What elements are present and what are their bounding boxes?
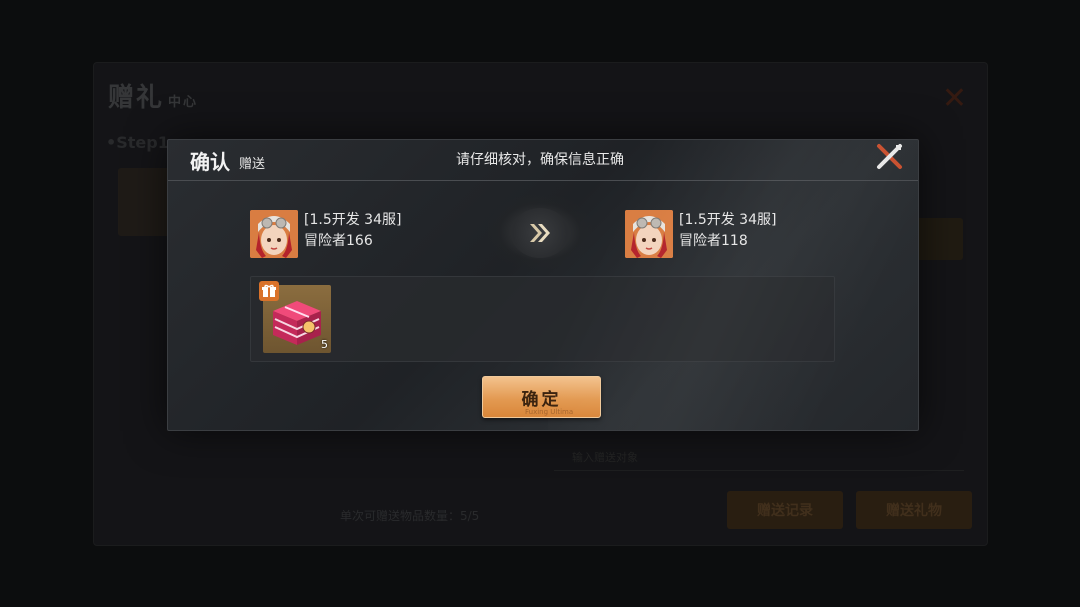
dialog-header: 确认 赠送 请仔细核对，确保信息正确 [168,140,918,181]
dialog-subtitle: 赠送 [239,157,266,172]
sender-info: [1.5开发 34服] 冒险者166 [250,210,401,258]
recipient-server: [1.5开发 34服] [679,212,777,228]
verify-notice: 请仔细核对，确保信息正确 [456,152,624,168]
recipient-info: [1.5开发 34服] 冒险者118 [625,210,776,258]
confirm-button[interactable]: 确定 Fuxing Ultima [482,376,601,418]
recipient-name: 冒险者118 [679,233,748,249]
sender-avatar [250,210,298,258]
gift-item-slot[interactable]: 5 [259,281,331,353]
gift-quantity: 5 [321,338,328,351]
sender-server: [1.5开发 34服] [304,212,402,228]
recipient-avatar [625,210,673,258]
confirm-gift-dialog: 确认 赠送 请仔细核对，确保信息正确 [1.5开发 34服] 冒险者166 [1… [167,139,919,431]
transfer-arrow-icon [511,208,569,258]
close-icon[interactable] [874,142,904,172]
confirm-button-label: 确定 [521,389,562,410]
sender-name: 冒险者166 [304,233,373,249]
confirm-button-watermark: Fuxing Ultima [525,408,574,416]
gift-items-panel: 5 [250,276,835,362]
gift-tag-icon [259,281,279,301]
dialog-title: 确认 [190,150,230,174]
